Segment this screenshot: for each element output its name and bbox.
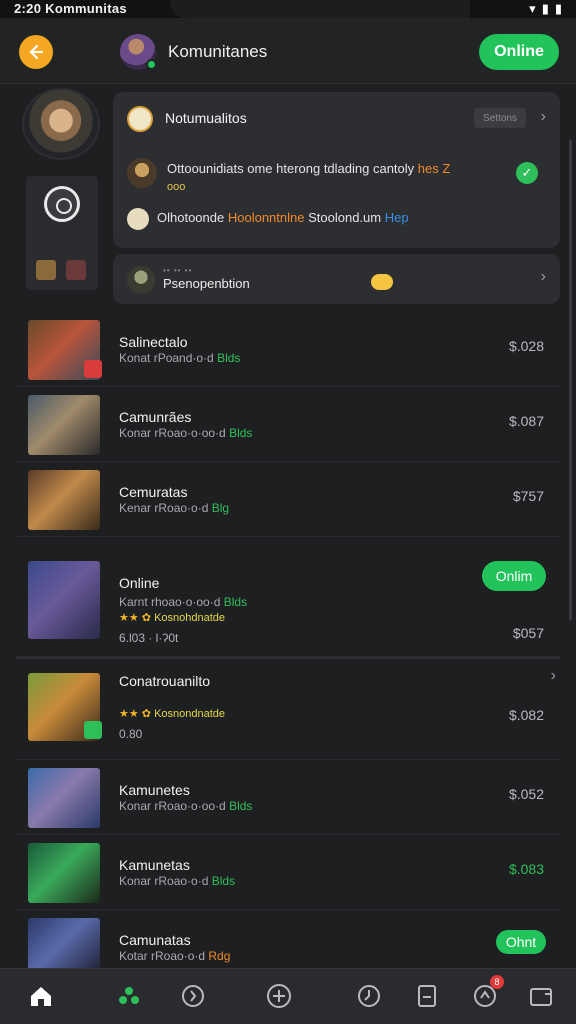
card-dots: •• •• •• bbox=[163, 266, 193, 275]
game-thumbnail bbox=[28, 395, 100, 455]
bottom-tab-bar: 8 bbox=[0, 968, 576, 1024]
item-name: Camunatas bbox=[119, 932, 191, 948]
chevron-right-icon[interactable]: › bbox=[551, 667, 556, 685]
game-thumbnail bbox=[28, 768, 100, 828]
online-dot bbox=[146, 59, 157, 70]
item-sub: Karnt rhoao·o·oo·d Blds bbox=[119, 595, 248, 609]
back-button[interactable] bbox=[19, 35, 53, 69]
tab-notifications[interactable]: 8 bbox=[470, 975, 504, 1011]
add-icon bbox=[267, 984, 291, 1008]
compass-icon bbox=[182, 985, 204, 1007]
list-item[interactable]: Cemuratas Kenar rRoao·o·d Blg $757 bbox=[16, 462, 560, 537]
rating: ★★ ✿ Kosnohdnatde bbox=[119, 612, 226, 624]
community-list: Salinectalo Konat rPoand·o·d Blds $.028 … bbox=[0, 312, 576, 985]
avatar bbox=[127, 266, 155, 294]
item-meta: 0.80 bbox=[119, 727, 143, 741]
item-sub: Konar rRoao·o·oo·d Blds bbox=[119, 799, 253, 813]
list-item[interactable]: Salinectalo Konat rPoand·o·d Blds $.028 bbox=[16, 312, 560, 387]
rating: ★★ ✿ Kosnondnatde bbox=[119, 708, 226, 720]
notification-message: Ottoounidiats ome hterong tdlading canto… bbox=[167, 161, 451, 193]
online-button[interactable]: Online bbox=[479, 34, 559, 70]
emoji-icon bbox=[371, 274, 393, 290]
avatar bbox=[127, 158, 157, 188]
community-icon bbox=[119, 987, 139, 1004]
item-price: $.087 bbox=[508, 413, 544, 429]
settings-chip[interactable]: Settons bbox=[474, 108, 526, 128]
tab-explore[interactable] bbox=[178, 981, 208, 1011]
notification-card[interactable]: Notumualitos Settons › Ottoounidiats ome… bbox=[113, 92, 560, 248]
tab-add[interactable] bbox=[264, 981, 294, 1011]
presentation-card[interactable]: •• •• •• Psenopenbtion › bbox=[113, 254, 560, 304]
system-icons: ▾ ▮ ▮ bbox=[529, 1, 562, 17]
notification-message: Olhotoonde Hoolonntnlne Stoolond.um Hep bbox=[157, 210, 409, 225]
notification-badge: 8 bbox=[490, 975, 504, 989]
item-price: $757 bbox=[512, 488, 544, 504]
status-bar: 2:20 Kommunitas ▾ ▮ ▮ bbox=[0, 0, 576, 18]
battery-icon: ▮ bbox=[541, 1, 549, 16]
item-meta: 6.l03 · l·ʔ0t bbox=[119, 631, 179, 645]
item-name: Kamunetas bbox=[119, 857, 190, 873]
item-sub: Kotar rRoao·o·d Rdg bbox=[119, 949, 231, 963]
avatar[interactable] bbox=[120, 34, 157, 70]
item-name: Conatrouanilto bbox=[119, 673, 211, 689]
item-name: Cemuratas bbox=[119, 484, 188, 500]
profile-avatar[interactable] bbox=[22, 88, 100, 160]
side-card[interactable] bbox=[26, 176, 98, 290]
avatar bbox=[127, 208, 149, 230]
tab-library[interactable] bbox=[412, 981, 442, 1011]
left-column bbox=[22, 88, 102, 290]
list-item[interactable]: Kamunetas Konar rRoao·o·d Blds $.083 bbox=[16, 835, 560, 910]
item-sub: Konar rRoao·o·d Blds bbox=[119, 874, 236, 888]
emblem-icon bbox=[44, 186, 80, 222]
tab-activity[interactable] bbox=[354, 981, 384, 1011]
tab-community[interactable] bbox=[114, 981, 144, 1011]
item-price: $057 bbox=[512, 625, 544, 641]
item-price: $.083 bbox=[508, 861, 544, 877]
item-name: Salinectalo bbox=[119, 334, 188, 350]
list-item[interactable]: Camunrães Konar rRoao·o·oo·d Blds $.087 bbox=[16, 387, 560, 462]
item-name: Online bbox=[119, 575, 160, 591]
online-button[interactable]: Ohnt bbox=[496, 930, 546, 954]
game-thumbnail bbox=[28, 561, 100, 639]
clock-icon bbox=[358, 985, 380, 1007]
mini-avatar[interactable] bbox=[66, 260, 86, 280]
list-item[interactable]: Conatrouanilto › ★★ ✿ Kosnondnatde 0.80 … bbox=[16, 657, 560, 760]
corner-badge-icon bbox=[84, 360, 102, 378]
list-item[interactable]: Online Karnt rhoao·o·oo·d Blds Onlim ★★ … bbox=[16, 537, 560, 657]
game-thumbnail bbox=[28, 470, 100, 530]
status-time: 2:20 Kommunitas bbox=[14, 1, 127, 16]
online-button[interactable]: Onlim bbox=[482, 561, 546, 591]
game-thumbnail bbox=[28, 843, 100, 903]
status-notch bbox=[170, 0, 470, 18]
notification-icon bbox=[127, 106, 153, 132]
list-item[interactable]: Kamunetes Konar rRoao·o·oo·d Blds $.052 bbox=[16, 760, 560, 835]
item-sub: Konat rPoand·o·d Blds bbox=[119, 351, 241, 365]
page-title: Komunitanes bbox=[168, 42, 268, 61]
item-sub: Konar rRoao·o·oo·d Blds bbox=[119, 426, 253, 440]
item-price: $.082 bbox=[508, 707, 544, 723]
bookmark-icon bbox=[418, 985, 436, 1007]
chevron-right-icon[interactable]: › bbox=[541, 108, 546, 126]
item-price: $.028 bbox=[508, 338, 544, 354]
item-name: Camunrães bbox=[119, 409, 192, 425]
notification-title: Notumualitos bbox=[165, 110, 247, 126]
mini-avatar[interactable] bbox=[36, 260, 56, 280]
corner-badge-icon bbox=[84, 721, 102, 739]
tab-wallet[interactable] bbox=[526, 981, 556, 1011]
chevron-right-icon[interactable]: › bbox=[541, 268, 546, 286]
arrow-left-icon bbox=[29, 44, 44, 60]
item-name: Kamunetes bbox=[119, 782, 190, 798]
home-icon bbox=[31, 987, 51, 1006]
signal-icon: ▮ bbox=[554, 1, 562, 16]
item-sub: Kenar rRoao·o·d Blg bbox=[119, 501, 230, 515]
item-price: $.052 bbox=[508, 786, 544, 802]
presentation-label: Psenopenbtion bbox=[163, 276, 250, 291]
wifi-icon: ▾ bbox=[529, 1, 536, 16]
header: Komunitanes Online bbox=[0, 18, 576, 84]
check-icon[interactable]: ✓ bbox=[516, 162, 538, 184]
wallet-icon bbox=[530, 988, 552, 1006]
tab-home[interactable] bbox=[26, 981, 56, 1011]
